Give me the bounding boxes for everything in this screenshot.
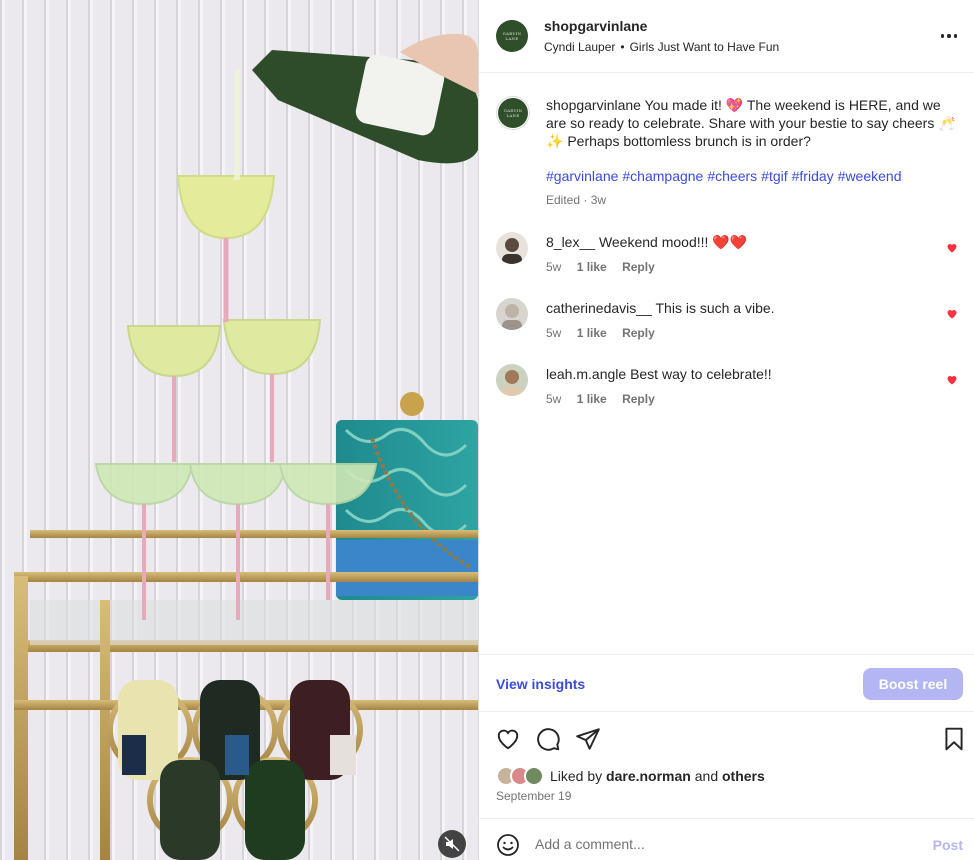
action-bar <box>479 724 974 754</box>
commenter-avatar[interactable] <box>496 232 528 264</box>
reply-button[interactable]: Reply <box>622 392 655 406</box>
post-username[interactable]: shopgarvinlane <box>544 18 647 34</box>
emoji-smile-icon[interactable] <box>496 833 520 860</box>
liked-by-user[interactable]: dare.norman <box>606 768 691 784</box>
reply-button[interactable]: Reply <box>622 260 655 274</box>
audio-track[interactable]: Girls Just Want to Have Fun <box>630 40 780 54</box>
avatar: GARVIN LANE <box>498 98 528 128</box>
avatar[interactable]: GARVIN LANE <box>496 20 528 52</box>
commenter-avatar[interactable] <box>496 364 528 396</box>
paper-plane-icon[interactable] <box>575 726 601 752</box>
heart-outline-icon[interactable] <box>495 726 521 752</box>
comment-like-count[interactable]: 1 like <box>577 392 607 406</box>
post-details-panel: GARVIN LANE shopgarvinlane Cyndi Lauper •… <box>478 0 974 860</box>
view-insights-link[interactable]: View insights <box>496 676 585 692</box>
post-date: September 19 <box>496 789 572 803</box>
comment-item: catherinedavis__ This is such a vibe. 5w… <box>496 298 966 348</box>
avatar <box>524 766 544 786</box>
post-header: GARVIN LANE shopgarvinlane Cyndi Lauper •… <box>479 0 974 73</box>
hashtag-list: #garvinlane #champagne #cheers #tgif #friday… <box>546 168 905 184</box>
comment-item: leah.m.angle Best way to celebrate!! 5w … <box>496 364 966 414</box>
add-comment-bar: Post <box>479 818 974 860</box>
heart-filled-icon[interactable] <box>946 373 958 391</box>
boost-reel-button[interactable]: Boost reel <box>863 668 963 700</box>
comment-username[interactable]: 8_lex__ <box>546 234 595 250</box>
comment-text: Weekend mood!!! ❤️❤️ <box>598 234 748 250</box>
hashtag[interactable]: #tgif <box>761 168 787 184</box>
caption-username[interactable]: shopgarvinlane <box>546 97 641 113</box>
reel-video-frame <box>0 0 478 860</box>
comment-age: 5w <box>546 260 562 274</box>
reply-button[interactable]: Reply <box>622 326 655 340</box>
hashtag[interactable]: #cheers <box>707 168 757 184</box>
heart-filled-icon[interactable] <box>946 307 958 325</box>
hashtag[interactable]: #weekend <box>838 168 902 184</box>
heart-filled-icon[interactable] <box>946 241 958 259</box>
comment-input[interactable] <box>535 831 895 857</box>
liked-by-summary: Liked by dare.norman and others <box>496 766 765 786</box>
caption-avatar[interactable]: GARVIN LANE <box>496 96 530 130</box>
caption: shopgarvinlane You made it! 💖 The weeken… <box>546 96 956 150</box>
post-comment-button[interactable]: Post <box>933 837 963 853</box>
audio-attribution[interactable]: Cyndi Lauper • Girls Just Want to Have Fun <box>544 40 779 54</box>
hashtag[interactable]: #friday <box>792 168 834 184</box>
comment-like-count[interactable]: 1 like <box>577 260 607 274</box>
comment-age: 5w <box>546 392 562 406</box>
hashtag[interactable]: #garvinlane <box>546 168 618 184</box>
speaker-muted-icon <box>444 836 460 852</box>
mute-toggle-button[interactable] <box>438 830 466 858</box>
commenter-avatar[interactable] <box>496 298 528 330</box>
liked-by-others[interactable]: others <box>722 768 765 784</box>
edited-timestamp: Edited · 3w <box>546 193 607 207</box>
liker-avatars[interactable] <box>496 766 548 786</box>
comment-like-count[interactable]: 1 like <box>577 326 607 340</box>
comment-text: This is such a vibe. <box>655 300 775 316</box>
insights-bar: View insights Boost reel <box>479 654 974 712</box>
comment-item: 8_lex__ Weekend mood!!! ❤️❤️ 5w 1 like R… <box>496 232 966 282</box>
comment-bubble-icon[interactable] <box>535 726 561 752</box>
reel-media[interactable] <box>0 0 478 860</box>
comment-username[interactable]: leah.m.angle <box>546 366 626 382</box>
comment-text: Best way to celebrate!! <box>630 366 772 382</box>
audio-separator: • <box>620 40 625 54</box>
comment-age: 5w <box>546 326 562 340</box>
more-horizontal-icon[interactable] <box>937 26 961 46</box>
bookmark-icon[interactable] <box>941 726 967 752</box>
audio-artist[interactable]: Cyndi Lauper <box>544 40 615 54</box>
comment-username[interactable]: catherinedavis__ <box>546 300 652 316</box>
liked-by-joiner: and <box>694 768 719 784</box>
hashtag[interactable]: #champagne <box>622 168 703 184</box>
liked-by-prefix: Liked by <box>550 768 603 784</box>
